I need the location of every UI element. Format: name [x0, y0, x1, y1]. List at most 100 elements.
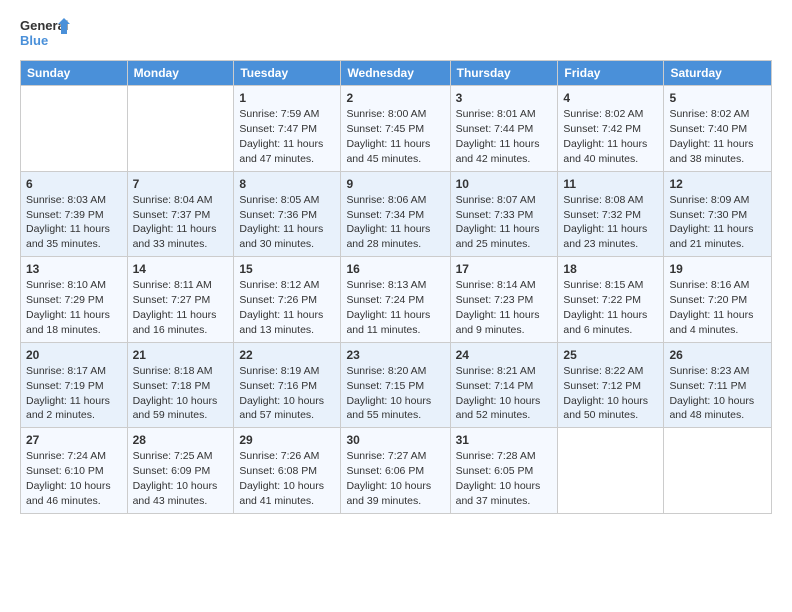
week-row-5: 27Sunrise: 7:24 AMSunset: 6:10 PMDayligh… [21, 428, 772, 514]
logo-svg: General Blue [20, 16, 70, 52]
day-info: Sunrise: 8:10 AM [26, 279, 106, 291]
calendar-cell: 24Sunrise: 8:21 AMSunset: 7:14 PMDayligh… [450, 342, 558, 428]
day-number: 11 [563, 176, 658, 192]
day-info: Sunrise: 8:03 AM [26, 194, 106, 206]
day-info: Daylight: 11 hours and 42 minutes. [456, 138, 540, 165]
day-number: 21 [133, 347, 229, 363]
calendar-cell [664, 428, 772, 514]
day-info: Daylight: 11 hours and 23 minutes. [563, 223, 647, 250]
calendar-cell: 19Sunrise: 8:16 AMSunset: 7:20 PMDayligh… [664, 257, 772, 343]
day-info: Daylight: 10 hours and 39 minutes. [346, 480, 431, 507]
col-header-monday: Monday [127, 61, 234, 86]
day-info: Sunrise: 8:20 AM [346, 365, 426, 377]
col-header-friday: Friday [558, 61, 664, 86]
day-number: 22 [239, 347, 335, 363]
day-number: 25 [563, 347, 658, 363]
day-info: Sunset: 6:10 PM [26, 465, 104, 477]
day-info: Sunset: 7:11 PM [669, 380, 746, 392]
day-number: 13 [26, 261, 122, 277]
calendar-cell: 26Sunrise: 8:23 AMSunset: 7:11 PMDayligh… [664, 342, 772, 428]
calendar-cell: 6Sunrise: 8:03 AMSunset: 7:39 PMDaylight… [21, 171, 128, 257]
header-row: SundayMondayTuesdayWednesdayThursdayFrid… [21, 61, 772, 86]
day-info: Daylight: 11 hours and 6 minutes. [563, 309, 647, 336]
day-info: Sunset: 7:34 PM [346, 209, 424, 221]
calendar-cell: 3Sunrise: 8:01 AMSunset: 7:44 PMDaylight… [450, 86, 558, 172]
day-info: Sunrise: 7:24 AM [26, 450, 106, 462]
calendar-cell: 22Sunrise: 8:19 AMSunset: 7:16 PMDayligh… [234, 342, 341, 428]
day-info: Sunset: 7:37 PM [133, 209, 211, 221]
day-info: Sunset: 7:29 PM [26, 294, 104, 306]
day-info: Daylight: 11 hours and 25 minutes. [456, 223, 540, 250]
day-number: 26 [669, 347, 766, 363]
calendar-cell: 16Sunrise: 8:13 AMSunset: 7:24 PMDayligh… [341, 257, 450, 343]
day-info: Sunset: 7:39 PM [26, 209, 104, 221]
day-number: 23 [346, 347, 444, 363]
calendar-cell: 23Sunrise: 8:20 AMSunset: 7:15 PMDayligh… [341, 342, 450, 428]
day-number: 31 [456, 432, 553, 448]
day-info: Sunrise: 8:18 AM [133, 365, 213, 377]
calendar-table: SundayMondayTuesdayWednesdayThursdayFrid… [20, 60, 772, 514]
day-info: Daylight: 11 hours and 40 minutes. [563, 138, 647, 165]
day-info: Sunrise: 8:13 AM [346, 279, 426, 291]
day-info: Daylight: 10 hours and 37 minutes. [456, 480, 541, 507]
day-info: Daylight: 11 hours and 45 minutes. [346, 138, 430, 165]
day-number: 19 [669, 261, 766, 277]
day-info: Sunset: 7:14 PM [456, 380, 534, 392]
calendar-cell: 30Sunrise: 7:27 AMSunset: 6:06 PMDayligh… [341, 428, 450, 514]
day-info: Sunset: 7:16 PM [239, 380, 317, 392]
day-info: Sunset: 7:40 PM [669, 123, 747, 135]
calendar-cell: 4Sunrise: 8:02 AMSunset: 7:42 PMDaylight… [558, 86, 664, 172]
day-info: Sunrise: 8:16 AM [669, 279, 749, 291]
calendar-cell: 20Sunrise: 8:17 AMSunset: 7:19 PMDayligh… [21, 342, 128, 428]
day-info: Sunset: 7:36 PM [239, 209, 317, 221]
week-row-3: 13 Sunrise: 8:10 AM Sunset: 7:29 PM Dayligh… [21, 257, 772, 343]
day-info: Daylight: 10 hours and 41 minutes. [239, 480, 324, 507]
calendar-cell: 14Sunrise: 8:11 AMSunset: 7:27 PMDayligh… [127, 257, 234, 343]
calendar-cell: 5Sunrise: 8:02 AMSunset: 7:40 PMDaylight… [664, 86, 772, 172]
col-header-sunday: Sunday [21, 61, 128, 86]
calendar-cell: 15Sunrise: 8:12 AMSunset: 7:26 PMDayligh… [234, 257, 341, 343]
day-info: Sunset: 7:15 PM [346, 380, 424, 392]
day-info: Sunset: 6:08 PM [239, 465, 317, 477]
calendar-cell: 11Sunrise: 8:08 AMSunset: 7:32 PMDayligh… [558, 171, 664, 257]
calendar-cell: 12Sunrise: 8:09 AMSunset: 7:30 PMDayligh… [664, 171, 772, 257]
day-info: Daylight: 11 hours and 16 minutes. [133, 309, 217, 336]
day-number: 15 [239, 261, 335, 277]
day-info: Sunrise: 8:04 AM [133, 194, 213, 206]
day-info: Sunrise: 8:12 AM [239, 279, 319, 291]
week-row-4: 20Sunrise: 8:17 AMSunset: 7:19 PMDayligh… [21, 342, 772, 428]
day-info: Sunset: 6:09 PM [133, 465, 211, 477]
day-number: 14 [133, 261, 229, 277]
day-number: 18 [563, 261, 658, 277]
week-row-1: 1Sunrise: 7:59 AMSunset: 7:47 PMDaylight… [21, 86, 772, 172]
calendar-cell: 8Sunrise: 8:05 AMSunset: 7:36 PMDaylight… [234, 171, 341, 257]
day-info: Sunrise: 7:26 AM [239, 450, 319, 462]
day-info: Daylight: 10 hours and 59 minutes. [133, 395, 218, 422]
calendar-cell [21, 86, 128, 172]
calendar-cell: 27Sunrise: 7:24 AMSunset: 6:10 PMDayligh… [21, 428, 128, 514]
week-row-2: 6Sunrise: 8:03 AMSunset: 7:39 PMDaylight… [21, 171, 772, 257]
header: General Blue [20, 16, 772, 52]
day-info: Daylight: 10 hours and 57 minutes. [239, 395, 324, 422]
day-info: Daylight: 11 hours and 30 minutes. [239, 223, 323, 250]
page: General Blue SundayMondayTuesdayWednesda… [0, 0, 792, 612]
day-info: Sunrise: 8:17 AM [26, 365, 106, 377]
col-header-tuesday: Tuesday [234, 61, 341, 86]
logo: General Blue [20, 16, 70, 52]
day-info: Sunset: 7:45 PM [346, 123, 424, 135]
day-number: 30 [346, 432, 444, 448]
day-info: Daylight: 11 hours and 38 minutes. [669, 138, 753, 165]
day-info: Daylight: 11 hours and 33 minutes. [133, 223, 217, 250]
day-info: Sunset: 6:05 PM [456, 465, 534, 477]
day-info: Sunrise: 8:07 AM [456, 194, 536, 206]
calendar-cell: 21Sunrise: 8:18 AMSunset: 7:18 PMDayligh… [127, 342, 234, 428]
day-info: Sunrise: 8:22 AM [563, 365, 643, 377]
svg-text:Blue: Blue [20, 33, 48, 48]
calendar-cell: 25Sunrise: 8:22 AMSunset: 7:12 PMDayligh… [558, 342, 664, 428]
day-number: 3 [456, 90, 553, 106]
day-info: Sunrise: 7:28 AM [456, 450, 536, 462]
day-info: Daylight: 11 hours and 9 minutes. [456, 309, 540, 336]
calendar-cell: 2Sunrise: 8:00 AMSunset: 7:45 PMDaylight… [341, 86, 450, 172]
day-info: Sunset: 7:30 PM [669, 209, 747, 221]
calendar-cell: 10Sunrise: 8:07 AMSunset: 7:33 PMDayligh… [450, 171, 558, 257]
